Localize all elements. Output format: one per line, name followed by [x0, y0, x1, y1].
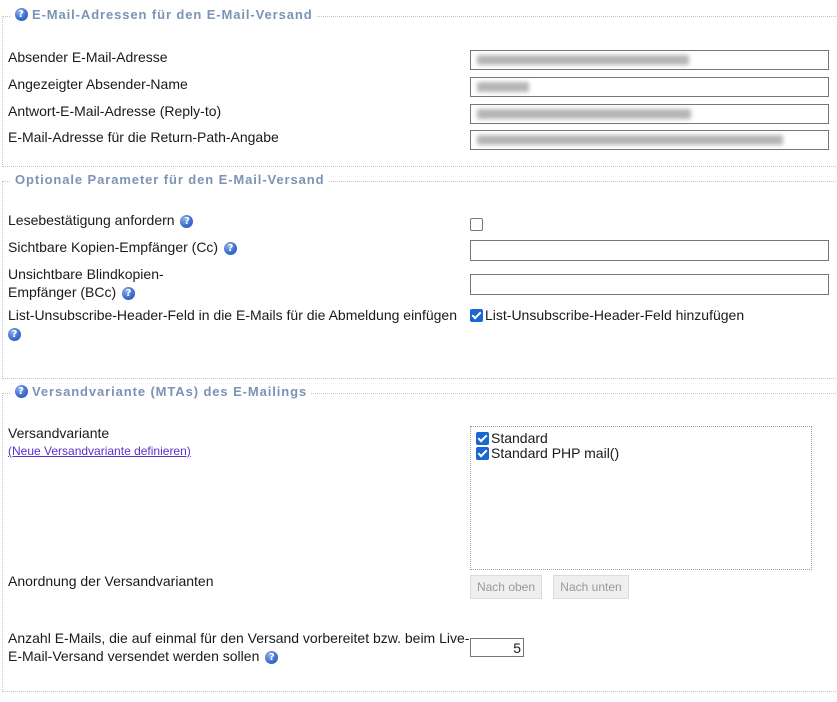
move-down-button[interactable]: Nach unten — [553, 575, 629, 599]
batch-size-input[interactable]: 5 — [470, 638, 524, 657]
variant-checkbox-standard[interactable] — [476, 432, 489, 445]
redacted-value — [477, 82, 529, 92]
email-addresses-legend: ? E-Mail-Adressen für den E-Mail-Versand — [11, 7, 317, 22]
unsubscribe-label: List-Unsubscribe-Header-Feld in die E-Ma… — [8, 307, 458, 341]
unsubscribe-checkbox-label[interactable]: List-Unsubscribe-Header-Feld hinzufügen — [485, 307, 744, 323]
define-variant-link[interactable]: (Neue Versandvariante definieren) — [8, 441, 191, 460]
redacted-value — [477, 55, 689, 65]
help-question-icon[interactable]: ? — [224, 241, 237, 255]
sender-name-label: Angezeigter Absender-Name — [8, 76, 188, 92]
optional-params-legend: Optionale Parameter für den E-Mail-Versa… — [11, 172, 329, 187]
help-question-icon[interactable]: ? — [180, 214, 194, 228]
unsubscribe-checkbox[interactable] — [470, 309, 483, 322]
reply-to-label: Antwort-E-Mail-Adresse (Reply-to) — [8, 103, 222, 119]
read-receipt-checkbox[interactable] — [470, 218, 483, 231]
help-question-icon[interactable]: ? — [265, 650, 279, 664]
read-receipt-label: Lesebestätigung anfordern ? — [8, 211, 194, 229]
return-path-label: E-Mail-Adresse für die Return-Path-Angab… — [8, 129, 279, 145]
sender-email-label: Absender E-Mail-Adresse — [8, 49, 168, 65]
redacted-value — [477, 109, 691, 119]
variant-label: Versandvariante — [8, 425, 110, 441]
cc-label: Sichtbare Kopien-Empfänger (Cc) ? — [8, 238, 237, 256]
sender-name-field[interactable] — [470, 77, 829, 97]
cc-field[interactable] — [470, 240, 829, 261]
help-question-icon[interactable]: ? — [15, 385, 28, 398]
help-question-icon[interactable]: ? — [8, 327, 21, 341]
mta-legend: ? Versandvariante (MTAs) des E-Mailings — [11, 384, 312, 399]
variant-listbox[interactable]: Standard Standard PHP mail() — [470, 426, 812, 570]
variant-checkbox-php-mail[interactable] — [476, 447, 489, 460]
variant-label-standard[interactable]: Standard — [491, 430, 548, 446]
reply-to-field[interactable] — [470, 104, 829, 124]
return-path-field[interactable] — [470, 130, 829, 150]
move-up-button[interactable]: Nach oben — [470, 575, 542, 599]
help-question-icon[interactable]: ? — [122, 286, 136, 300]
sender-email-field[interactable] — [470, 50, 829, 70]
bcc-field[interactable] — [470, 274, 829, 295]
batch-size-label: Anzahl E-Mails, die auf einmal für den V… — [8, 630, 470, 664]
bcc-label: Unsichtbare Blindkopien- Empfänger (BCc)… — [8, 266, 164, 300]
help-question-icon[interactable]: ? — [15, 8, 28, 21]
redacted-value — [477, 135, 783, 145]
variant-label-php-mail[interactable]: Standard PHP mail() — [491, 445, 619, 461]
order-label: Anordnung der Versandvarianten — [8, 573, 214, 589]
